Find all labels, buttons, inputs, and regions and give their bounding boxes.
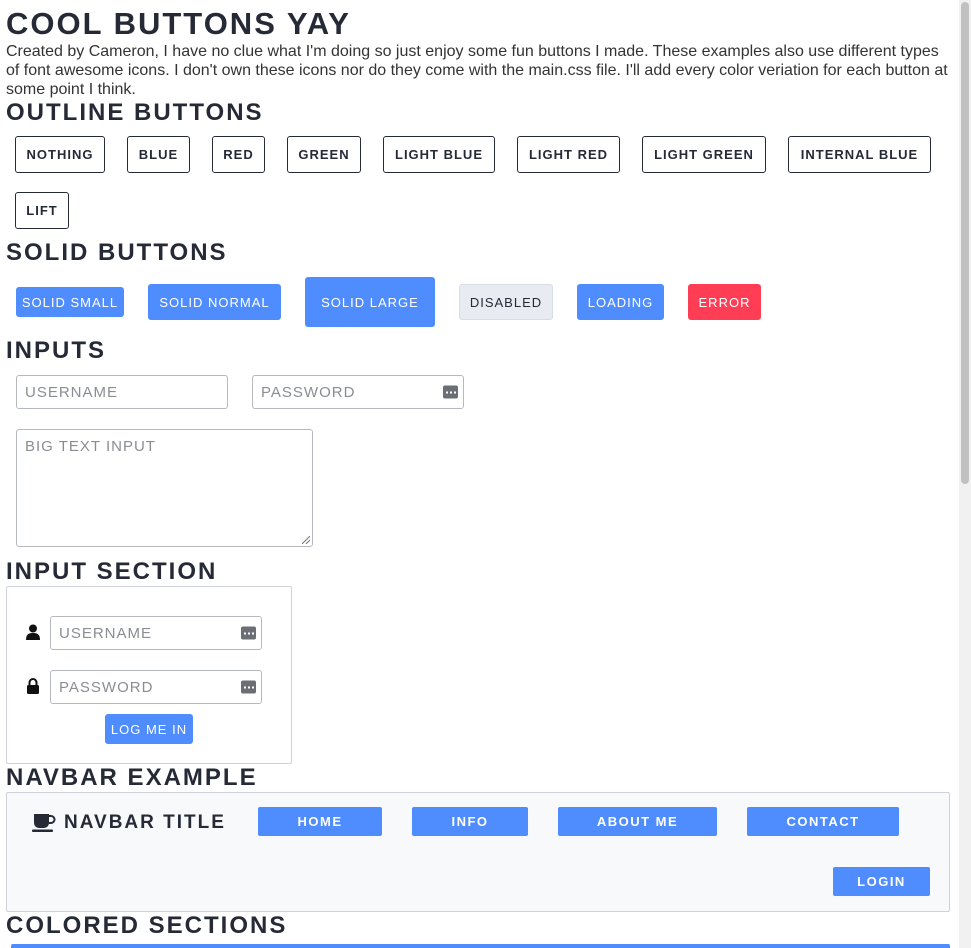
solid-small-button[interactable]: SOLID SMALL bbox=[16, 287, 124, 317]
username-input[interactable]: USERNAME bbox=[16, 375, 228, 409]
outline-red-button[interactable]: RED bbox=[212, 136, 265, 173]
navbar: NAVBAR TITLE HOME INFO ABOUT ME CONTACT … bbox=[6, 792, 950, 912]
input-section-heading: INPUT SECTION bbox=[6, 558, 218, 585]
loading-button[interactable]: LOADING bbox=[577, 284, 664, 320]
input-section-panel: USERNAME PASSWORD LOG ME IN bbox=[6, 586, 292, 764]
outline-green-button[interactable]: GREEN bbox=[287, 136, 361, 173]
section-username-placeholder: USERNAME bbox=[59, 624, 153, 642]
section-password-input[interactable]: PASSWORD bbox=[50, 670, 262, 704]
nav-login-button[interactable]: LOGIN bbox=[833, 867, 930, 896]
colored-section-top bbox=[11, 944, 950, 948]
nav-info-button[interactable]: INFO bbox=[412, 807, 528, 836]
scrollbar-thumb[interactable] bbox=[961, 2, 969, 484]
outline-light-green-button[interactable]: LIGHT GREEN bbox=[642, 136, 766, 173]
log-me-in-button[interactable]: LOG ME IN bbox=[105, 714, 193, 744]
navbar-title[interactable]: NAVBAR TITLE bbox=[64, 812, 226, 834]
nav-about-me-button[interactable]: ABOUT ME bbox=[558, 807, 717, 836]
user-icon bbox=[26, 624, 40, 640]
nav-contact-button[interactable]: CONTACT bbox=[747, 807, 899, 836]
section-password-placeholder: PASSWORD bbox=[59, 678, 154, 696]
outline-nothing-button[interactable]: NOTHING bbox=[15, 136, 105, 173]
password-manager-icon[interactable] bbox=[241, 680, 256, 694]
coffee-icon bbox=[32, 814, 56, 832]
big-text-placeholder: BIG TEXT INPUT bbox=[25, 438, 156, 455]
section-username-input[interactable]: USERNAME bbox=[50, 616, 262, 650]
intro-text: Created by Cameron, I have no clue what … bbox=[6, 43, 948, 98]
navbar-example-heading: NAVBAR EXAMPLE bbox=[6, 764, 258, 791]
outline-light-blue-button[interactable]: LIGHT BLUE bbox=[383, 136, 495, 173]
outline-blue-button[interactable]: BLUE bbox=[127, 136, 190, 173]
password-placeholder: PASSWORD bbox=[261, 383, 356, 401]
outline-buttons-heading: OUTLINE BUTTONS bbox=[6, 99, 264, 126]
outline-lift-button[interactable]: LIFT bbox=[15, 192, 69, 229]
outline-internal-blue-button[interactable]: INTERNAL BLUE bbox=[788, 136, 931, 173]
solid-large-button[interactable]: SOLID LARGE bbox=[305, 277, 435, 327]
password-manager-icon[interactable] bbox=[443, 385, 458, 399]
password-input[interactable]: PASSWORD bbox=[252, 375, 464, 409]
vertical-scrollbar[interactable] bbox=[959, 0, 971, 948]
resize-handle-icon[interactable] bbox=[302, 536, 310, 544]
lock-icon bbox=[27, 678, 39, 694]
solid-buttons-heading: SOLID BUTTONS bbox=[6, 239, 228, 266]
outline-light-red-button[interactable]: LIGHT RED bbox=[517, 136, 620, 173]
disabled-button[interactable]: DISABLED bbox=[459, 284, 553, 320]
solid-normal-button[interactable]: SOLID NORMAL bbox=[148, 284, 281, 320]
big-text-input[interactable]: BIG TEXT INPUT bbox=[16, 429, 313, 547]
error-button[interactable]: ERROR bbox=[688, 284, 761, 320]
inputs-heading: INPUTS bbox=[6, 337, 107, 364]
colored-sections-heading: COLORED SECTIONS bbox=[6, 912, 288, 939]
password-manager-icon[interactable] bbox=[241, 626, 256, 640]
nav-home-button[interactable]: HOME bbox=[258, 807, 382, 836]
username-placeholder: USERNAME bbox=[25, 383, 119, 401]
page-title: COOL BUTTONS YAY bbox=[6, 6, 351, 41]
